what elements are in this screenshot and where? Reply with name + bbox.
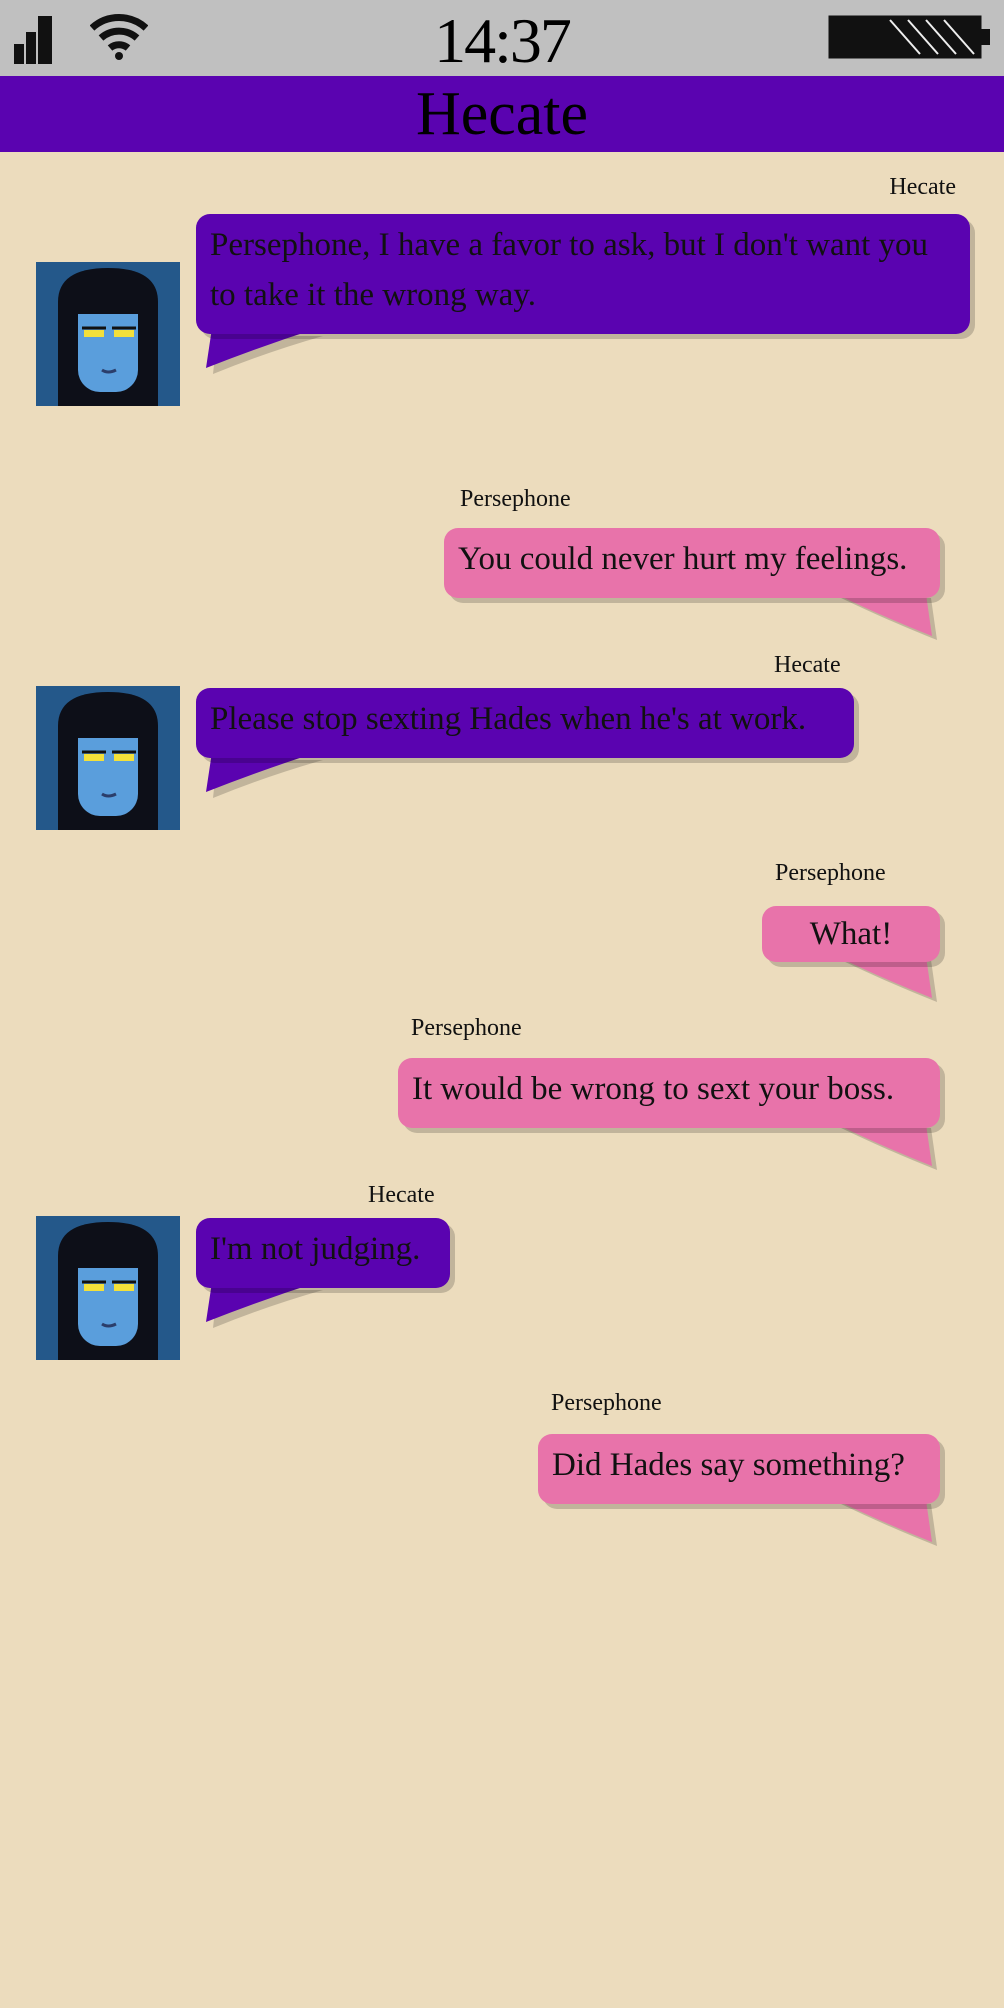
hecate-portrait-icon: [36, 1216, 180, 1360]
sender-name: Persephone: [551, 1390, 662, 1416]
message-bubble-persephone: What!: [762, 906, 940, 962]
sender-name: Persephone: [775, 860, 886, 886]
bubble-tail: [206, 1282, 323, 1328]
sender-name: Persephone: [411, 1015, 522, 1041]
sender-name: Hecate: [368, 1182, 435, 1208]
avatar: [36, 1216, 180, 1360]
bubble-tail: [836, 594, 937, 640]
battery-icon: [828, 15, 990, 59]
bubble-tail: [836, 956, 937, 1002]
avatar: [36, 686, 180, 830]
hecate-portrait-icon: [36, 686, 180, 830]
message-bubble-persephone: You could never hurt my feelings.: [444, 528, 940, 598]
message-bubble-persephone: It would be wrong to sext your boss.: [398, 1058, 940, 1128]
chat-title: Hecate: [415, 80, 589, 148]
bubble-tail: [836, 1124, 937, 1170]
avatar: [36, 262, 180, 406]
bubble-tail: [206, 752, 323, 798]
message-bubble-hecate: Please stop sexting Hades when he's at w…: [196, 688, 854, 758]
sender-name: Hecate: [889, 174, 956, 200]
bubble-tail: [206, 328, 323, 374]
chat-header: Hecate: [0, 76, 1004, 152]
message-bubble-persephone: Did Hades say something?: [538, 1434, 940, 1504]
sender-name: Hecate: [774, 652, 841, 678]
bubble-tail: [836, 1500, 937, 1546]
message-bubble-hecate: Persephone, I have a favor to ask, but I…: [196, 214, 970, 334]
message-bubble-hecate: I'm not judging.: [196, 1218, 450, 1288]
status-bar: 14:37: [0, 0, 1004, 76]
sender-name: Persephone: [460, 486, 571, 512]
hecate-portrait-icon: [36, 262, 180, 406]
